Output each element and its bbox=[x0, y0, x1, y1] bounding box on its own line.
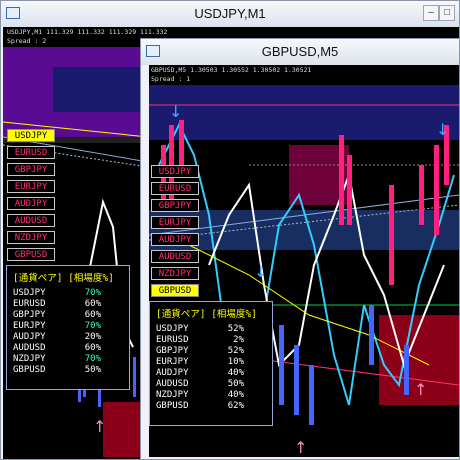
pair-button-eurjpy[interactable]: EURJPY bbox=[7, 180, 55, 193]
strength-row-pair: EURUSD bbox=[156, 335, 189, 345]
panel-header: [通貨ペア] [相場度%] bbox=[156, 306, 266, 320]
strength-row: AUDJPY 20% bbox=[13, 332, 129, 343]
pair-button-audusd[interactable]: AUDUSD bbox=[151, 250, 199, 263]
pair-button-nzdjpy[interactable]: NZDJPY bbox=[151, 267, 199, 280]
gbpusd-info-line: GBPUSD,M5 1.30503 1.30552 1.30502 1.3052… bbox=[151, 66, 312, 74]
pair-button-audjpy[interactable]: AUDJPY bbox=[151, 233, 199, 246]
svg-text:↓: ↓ bbox=[254, 262, 267, 281]
strength-row-value: 70% bbox=[84, 288, 101, 298]
usdjpy-info-line: USDJPY,M1 111.329 111.332 111.329 111.33… bbox=[7, 28, 168, 36]
panel-header-pair: [通貨ペア] bbox=[156, 309, 206, 320]
strength-row-pair: EURJPY bbox=[156, 357, 189, 367]
pair-button-gbpusd[interactable]: GBPUSD bbox=[151, 284, 199, 297]
pair-button-nzdjpy[interactable]: NZDJPY bbox=[7, 231, 55, 244]
chart-window-icon bbox=[146, 45, 160, 57]
strength-row-value: 70% bbox=[84, 354, 101, 364]
gbpusd-window-title: GBPUSD,M5 bbox=[261, 44, 339, 59]
strength-row-pair: AUDJPY bbox=[13, 332, 46, 342]
strength-row-value: 40% bbox=[227, 368, 244, 378]
pair-button-usdjpy[interactable]: USDJPY bbox=[151, 165, 199, 178]
strength-row: GBPUSD 50% bbox=[13, 365, 129, 376]
strength-row-pair: AUDUSD bbox=[156, 379, 189, 389]
pair-button-eurjpy[interactable]: EURJPY bbox=[151, 216, 199, 229]
strength-row: NZDJPY 70% bbox=[13, 354, 129, 365]
svg-text:↑: ↑ bbox=[93, 417, 106, 436]
strength-row: GBPJPY 52% bbox=[156, 346, 272, 357]
strength-row-value: 2% bbox=[233, 335, 244, 345]
panel-header: [通貨ペア] [相場度%] bbox=[13, 270, 123, 284]
gbpusd-window-titlebar[interactable]: GBPUSD,M5 bbox=[141, 39, 459, 65]
panel-rows: USDJPY 70% EURUSD 60% GBPJPY 60% EURJPY 70% AUDJ… bbox=[7, 288, 129, 376]
strength-row-pair: GBPUSD bbox=[156, 401, 189, 411]
svg-text:↓: ↓ bbox=[169, 102, 182, 121]
usdjpy-strength-panel: [通貨ペア] [相場度%] USDJPY 70% EURUSD 60% GBPJPY 60… bbox=[6, 265, 130, 390]
strength-row-pair: GBPJPY bbox=[156, 346, 189, 356]
strength-row-pair: AUDUSD bbox=[13, 343, 46, 353]
strength-row-pair: NZDJPY bbox=[156, 390, 189, 400]
strength-row: USDJPY 52% bbox=[156, 324, 272, 335]
pair-button-gbpjpy[interactable]: GBPJPY bbox=[7, 163, 55, 176]
strength-row-value: 60% bbox=[84, 343, 101, 353]
panel-rows: USDJPY 52% EURUSD 2% GBPJPY 52% EURJPY 10% AUDJP… bbox=[150, 324, 272, 412]
usdjpy-window-titlebar[interactable]: USDJPY,M1 – □ bbox=[1, 1, 459, 27]
strength-row-value: 52% bbox=[227, 346, 244, 356]
maximize-icon[interactable]: □ bbox=[439, 5, 455, 21]
strength-row-value: 10% bbox=[227, 357, 244, 367]
strength-row: EURUSD 2% bbox=[156, 335, 272, 346]
strength-row-pair: EURUSD bbox=[13, 299, 46, 309]
strength-row: GBPJPY 60% bbox=[13, 310, 129, 321]
svg-text:↑: ↑ bbox=[414, 380, 427, 399]
strength-row-pair: GBPJPY bbox=[13, 310, 46, 320]
strength-row-value: 60% bbox=[84, 310, 101, 320]
strength-row-value: 20% bbox=[84, 332, 101, 342]
strength-row-value: 52% bbox=[227, 324, 244, 334]
strength-row-value: 62% bbox=[227, 401, 244, 411]
panel-header-level: [相場度%] bbox=[211, 309, 257, 320]
strength-row: EURJPY 10% bbox=[156, 357, 272, 368]
strength-row-pair: USDJPY bbox=[156, 324, 189, 334]
panel-header-pair: [通貨ペア] bbox=[13, 273, 63, 284]
svg-text:↓: ↓ bbox=[436, 120, 449, 139]
pair-button-eurusd[interactable]: EURUSD bbox=[151, 182, 199, 195]
strength-row-value: 70% bbox=[84, 321, 101, 331]
chart-window-icon bbox=[6, 7, 20, 19]
strength-row-value: 40% bbox=[227, 390, 244, 400]
strength-row-value: 50% bbox=[227, 379, 244, 389]
strength-row: EURJPY 70% bbox=[13, 321, 129, 332]
strength-row-value: 50% bbox=[84, 365, 101, 375]
strength-row: GBPUSD 62% bbox=[156, 401, 272, 412]
gbpusd-spread: Spread : 1 bbox=[151, 75, 191, 83]
usdjpy-spread: Spread : 2 bbox=[7, 37, 47, 45]
strength-row: AUDJPY 40% bbox=[156, 368, 272, 379]
strength-row-pair: USDJPY bbox=[13, 288, 46, 298]
pair-button-audusd[interactable]: AUDUSD bbox=[7, 214, 55, 227]
strength-row-pair: AUDJPY bbox=[156, 368, 189, 378]
pair-button-gbpusd[interactable]: GBPUSD bbox=[7, 248, 55, 261]
pair-button-usdjpy[interactable]: USDJPY bbox=[7, 129, 55, 142]
strength-row: NZDJPY 40% bbox=[156, 390, 272, 401]
minimize-icon[interactable]: – bbox=[423, 5, 439, 21]
pair-button-eurusd[interactable]: EURUSD bbox=[7, 146, 55, 159]
strength-row: EURUSD 60% bbox=[13, 299, 129, 310]
usdjpy-window-title: USDJPY,M1 bbox=[194, 6, 266, 21]
strength-row: AUDUSD 50% bbox=[156, 379, 272, 390]
strength-row-pair: GBPUSD bbox=[13, 365, 46, 375]
strength-row: USDJPY 70% bbox=[13, 288, 129, 299]
gbpusd-chart-window[interactable]: GBPUSD,M5 ↓ ↓ ↓ ↑ ↑ GBPUSD,M5 1.30503 1.… bbox=[140, 38, 460, 460]
strength-row: AUDUSD 60% bbox=[13, 343, 129, 354]
pair-button-audjpy[interactable]: AUDJPY bbox=[7, 197, 55, 210]
strength-row-pair: EURJPY bbox=[13, 321, 46, 331]
strength-row-value: 60% bbox=[84, 299, 101, 309]
gbpusd-strength-panel: [通貨ペア] [相場度%] USDJPY 52% EURUSD 2% GBPJPY 52%… bbox=[149, 301, 273, 426]
strength-row-pair: NZDJPY bbox=[13, 354, 46, 364]
panel-header-level: [相場度%] bbox=[68, 273, 114, 284]
svg-text:↑: ↑ bbox=[294, 438, 307, 457]
pair-button-gbpjpy[interactable]: GBPJPY bbox=[151, 199, 199, 212]
